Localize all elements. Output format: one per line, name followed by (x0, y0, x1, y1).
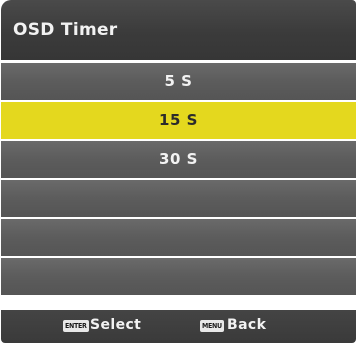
footer-hints: ENTER Select MENU Back (1, 310, 356, 343)
option-label: 30 S (159, 150, 198, 168)
osd-timer-menu: OSD Timer 5 S 15 S 30 S ENTER Select MEN… (1, 0, 356, 343)
menu-key-icon: MENU (200, 320, 224, 332)
empty-row (1, 180, 356, 217)
option-30s[interactable]: 30 S (1, 141, 356, 178)
option-15s[interactable]: 15 S (1, 102, 356, 139)
option-label: 15 S (159, 111, 198, 129)
option-5s[interactable]: 5 S (1, 63, 356, 100)
option-label: 5 S (164, 72, 193, 90)
option-list: 5 S 15 S 30 S (1, 63, 356, 297)
back-hint: Back (227, 317, 267, 333)
enter-key-icon: ENTER (63, 320, 89, 332)
empty-row (1, 219, 356, 256)
select-hint: Select (90, 317, 142, 333)
menu-header: OSD Timer (1, 0, 356, 60)
empty-row (1, 258, 356, 295)
menu-title: OSD Timer (13, 20, 118, 40)
